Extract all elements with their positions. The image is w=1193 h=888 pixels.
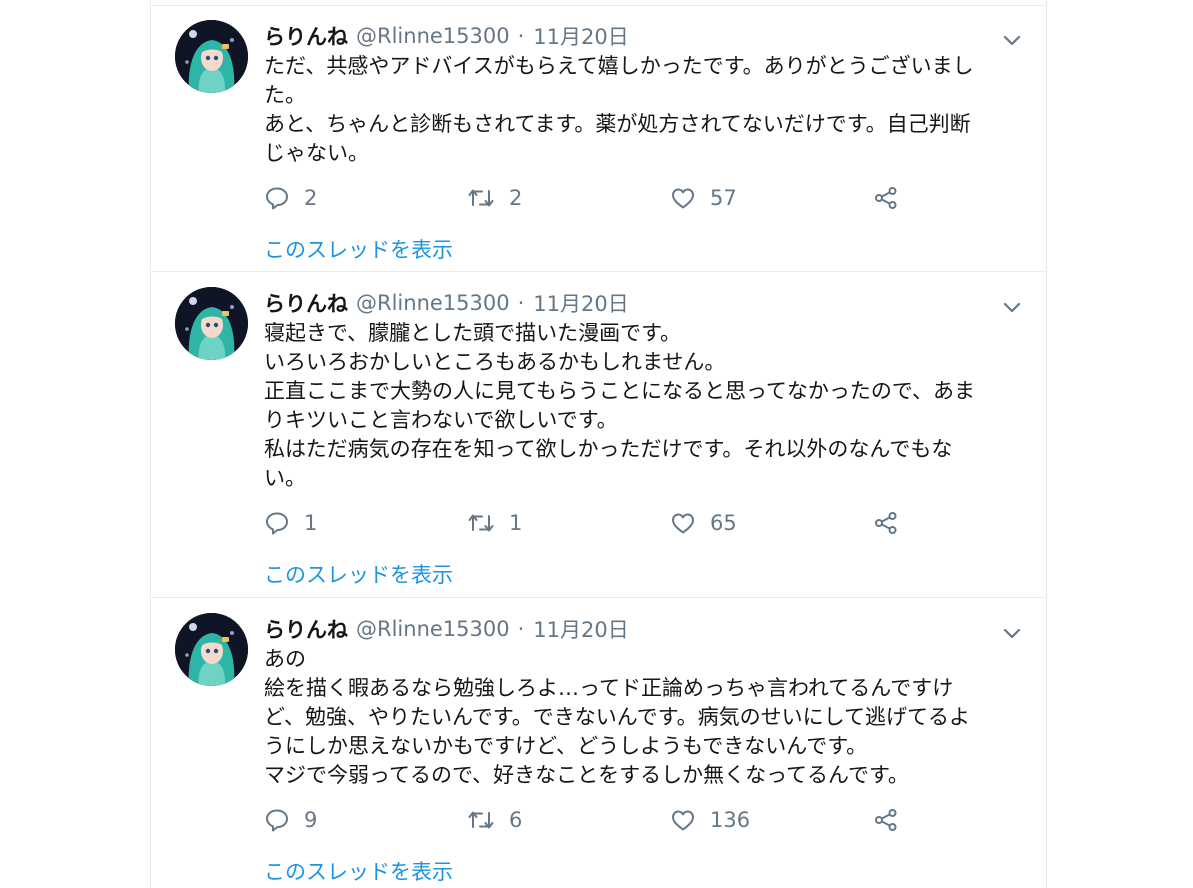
share-icon	[875, 512, 897, 534]
heart-icon	[672, 513, 694, 534]
retweet-icon	[468, 811, 494, 829]
avatar-image	[175, 287, 248, 360]
like-button[interactable]: 57	[670, 183, 737, 213]
chevron-down-icon[interactable]	[1000, 621, 1024, 645]
heart-icon	[672, 810, 694, 831]
tweet-text-line: 絵を描く暇あるなら勉強しろよ…ってド正論めっちゃ言われてるんですけ	[264, 676, 954, 700]
reply-button[interactable]: 2	[264, 183, 317, 213]
avatar[interactable]	[175, 287, 248, 360]
retweet-button[interactable]: 6	[467, 805, 522, 835]
retweet-count: 6	[509, 808, 523, 832]
tweet-text-line: 寝起きで、朦朧とした頭で描いた漫画です。	[264, 321, 682, 345]
tweet-text-line: ど、勉強、やりたいんです。できないんです。病気のせいにして逃げてるよ	[264, 705, 971, 729]
like-count: 136	[710, 808, 751, 832]
tweet-text: ただ、共感やアドバイスがもらえて嬉しかったです。ありがとうございまし た。 あと…	[264, 52, 1034, 168]
heart-icon	[672, 188, 694, 209]
reply-button[interactable]: 1	[264, 508, 317, 538]
tweet-text-line: じゃない。	[264, 141, 369, 165]
display-name[interactable]: らりんね	[264, 614, 348, 644]
tweet-text: あの 絵を描く暇あるなら勉強しろよ…ってド正論めっちゃ言われてるんですけ ど、勉…	[264, 645, 1034, 790]
tweet-header: らりんね @Rlinne15300 · 11月20日	[264, 21, 629, 51]
like-button[interactable]: 65	[670, 508, 737, 538]
tweet-text-line: い。	[264, 466, 306, 490]
avatar[interactable]	[175, 20, 248, 93]
reply-button[interactable]: 9	[264, 805, 317, 835]
retweet-button[interactable]: 2	[467, 183, 522, 213]
reply-count: 2	[304, 186, 318, 210]
tweet-text: 寝起きで、朦朧とした頭で描いた漫画です。 いろいろおかしいところもあるかもしれま…	[264, 319, 1034, 493]
share-button[interactable]	[873, 183, 899, 213]
user-handle[interactable]: @Rlinne15300	[356, 24, 510, 48]
chevron-down-icon[interactable]	[1000, 295, 1024, 319]
tweet-text-line: た。	[264, 83, 306, 107]
chevron-down-icon[interactable]	[1000, 28, 1024, 52]
share-button[interactable]	[873, 508, 899, 538]
reply-count: 1	[304, 511, 318, 535]
tweet-actions: 2 2 57	[264, 183, 914, 213]
show-thread-link[interactable]: このスレッドを表示	[264, 559, 453, 589]
separator-dot: ·	[517, 291, 525, 315]
like-button[interactable]: 136	[670, 805, 750, 835]
tweet-date[interactable]: 11月20日	[533, 21, 628, 51]
share-icon	[875, 187, 897, 209]
user-handle[interactable]: @Rlinne15300	[356, 291, 510, 315]
separator-dot: ·	[517, 617, 525, 641]
tweet-actions: 9 6 136	[264, 805, 914, 835]
like-count: 57	[710, 186, 737, 210]
tweet-text-line: 正直ここまで大勢の人に見てもらうことになると思ってなかったので、あま	[264, 379, 976, 403]
tweet-text-line: あと、ちゃんと診断もされてます。薬が処方されてないだけです。自己判断	[264, 112, 971, 136]
tweet-timeline: らりんね @Rlinne15300 · 11月20日 ただ、共感やアドバイスがも…	[150, 0, 1047, 888]
tweet-date[interactable]: 11月20日	[533, 614, 628, 644]
reply-icon	[266, 187, 288, 210]
reply-count: 9	[304, 808, 318, 832]
retweet-count: 1	[509, 511, 523, 535]
separator-dot: ·	[517, 24, 525, 48]
tweet-text-line: いろいろおかしいところもあるかもしれません。	[264, 350, 726, 374]
tweet[interactable]: らりんね @Rlinne15300 · 11月20日 ただ、共感やアドバイスがも…	[151, 6, 1046, 272]
tweet-text-line: マジで今弱ってるので、好きなことをするしか無くなってるんです。	[264, 763, 909, 787]
retweet-count: 2	[509, 186, 523, 210]
tweet-header: らりんね @Rlinne15300 · 11月20日	[264, 288, 629, 318]
tweet-actions: 1 1 65	[264, 508, 914, 538]
share-button[interactable]	[873, 805, 899, 835]
retweet-icon	[468, 189, 494, 207]
tweet[interactable]: らりんね @Rlinne15300 · 11月20日 寝起きで、朦朧とした頭で描…	[151, 273, 1046, 598]
tweet-text-line: 私はただ病気の存在を知って欲しかっただけです。それ以外のなんでもな	[264, 437, 953, 461]
reply-icon	[266, 512, 288, 535]
avatar[interactable]	[175, 613, 248, 686]
display-name[interactable]: らりんね	[264, 21, 348, 51]
retweet-icon	[468, 514, 494, 532]
tweet-header: らりんね @Rlinne15300 · 11月20日	[264, 614, 629, 644]
user-handle[interactable]: @Rlinne15300	[356, 617, 510, 641]
share-icon	[875, 809, 897, 831]
show-thread-link[interactable]: このスレッドを表示	[264, 234, 453, 264]
tweet-text-line: りキツいこと言わないで欲しいです。	[264, 408, 618, 432]
avatar-image	[175, 613, 248, 686]
tweet-text-line: うにしか思えないかもですけど、どうしようもできないんです。	[264, 734, 868, 758]
tweet-text-line: あの	[264, 647, 306, 671]
tweet-text-line: ただ、共感やアドバイスがもらえて嬉しかったです。ありがとうございまし	[264, 54, 974, 78]
retweet-button[interactable]: 1	[467, 508, 522, 538]
tweet-date[interactable]: 11月20日	[533, 288, 628, 318]
tweet[interactable]: らりんね @Rlinne15300 · 11月20日 あの 絵を描く暇あるなら勉…	[151, 599, 1046, 888]
display-name[interactable]: らりんね	[264, 288, 348, 318]
reply-icon	[266, 809, 288, 832]
avatar-image	[175, 20, 248, 93]
show-thread-link[interactable]: このスレッドを表示	[264, 856, 453, 886]
like-count: 65	[710, 511, 737, 535]
